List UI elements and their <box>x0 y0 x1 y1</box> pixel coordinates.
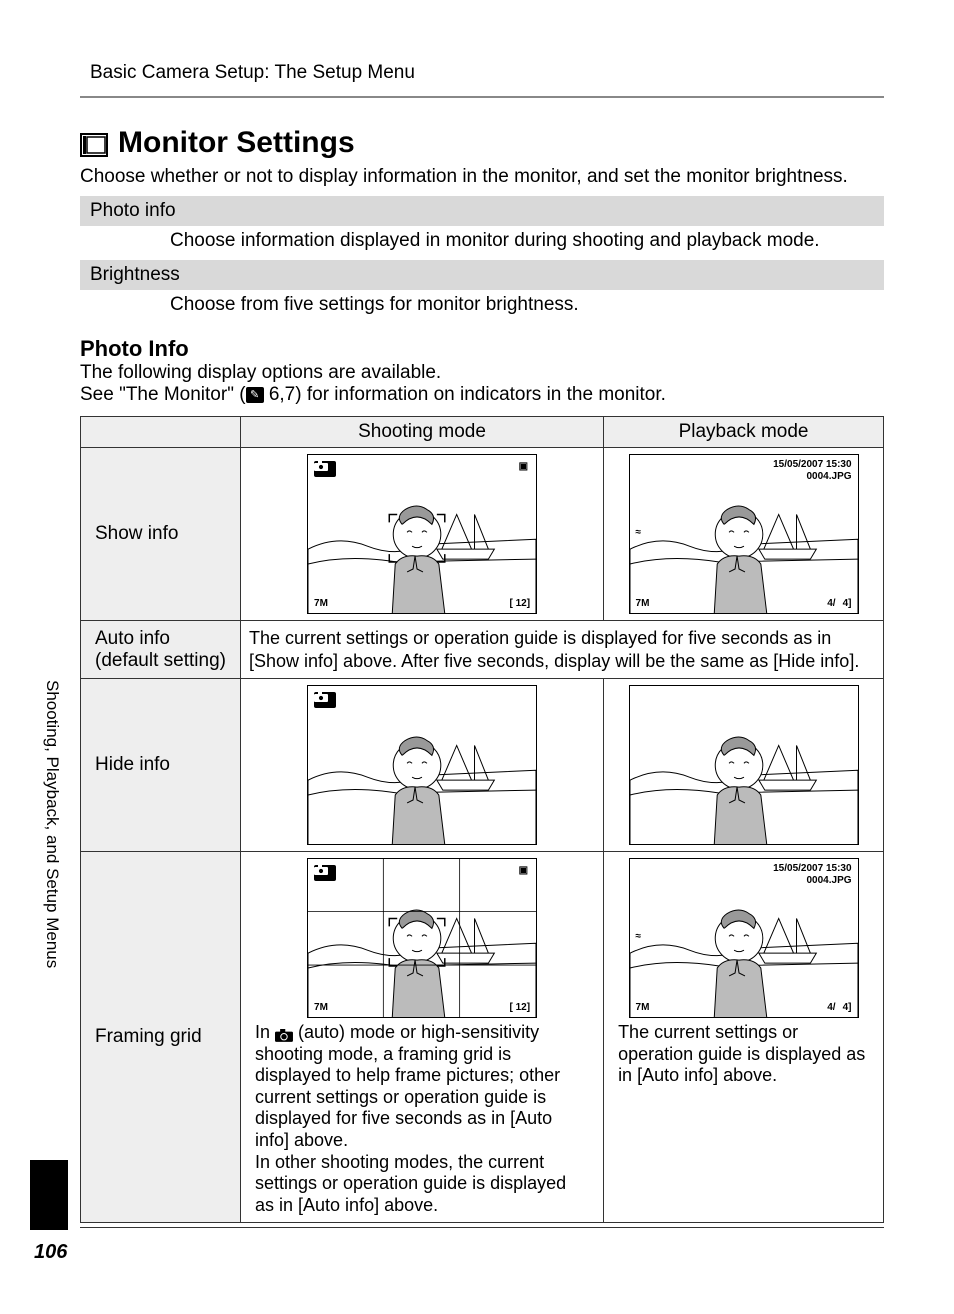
framing-grid-shoot-caption: In (auto) mode or high-sensitivity shoot… <box>249 1022 595 1216</box>
summary-label-photo-info: Photo info <box>80 196 884 226</box>
osd-filename: 0004.JPG <box>806 471 851 482</box>
row-label-hide-info: Hide info <box>81 679 241 852</box>
summary-label-brightness: Brightness <box>80 260 884 290</box>
osd-size: 7M <box>314 598 328 609</box>
photo-info-desc: The following display options are availa… <box>80 362 884 406</box>
osd-date-grid: 15/05/2007 15:30 <box>773 863 851 874</box>
page-ref-icon: ✎ <box>246 387 264 403</box>
framing-grid-play-caption: The current settings or operation guide … <box>612 1022 875 1087</box>
osd-size-pb: 7M <box>636 598 650 609</box>
osd-idx-a: 4/ <box>827 598 835 609</box>
osd-size-grid: 7M <box>314 1002 328 1013</box>
osd-size-grid-pb: 7M <box>636 1002 650 1013</box>
summary-desc-brightness: Choose from five settings for monitor br… <box>80 290 884 324</box>
show-info-shooting-img: ▣ 7M [ 12] <box>241 448 604 621</box>
table-corner <box>81 417 241 448</box>
footer-rule <box>80 1227 884 1228</box>
summary-desc-photo-info: Choose information displayed in monitor … <box>80 226 884 260</box>
col-header-playback: Playback mode <box>604 417 884 448</box>
section-title: Monitor Settings <box>118 126 355 160</box>
settings-summary-table: Photo info Choose information displayed … <box>80 196 884 324</box>
photo-info-heading: Photo Info <box>80 336 884 362</box>
header-title: Basic Camera Setup: The Setup Menu <box>90 62 415 83</box>
osd-date: 15/05/2007 15:30 <box>773 459 851 470</box>
osd-vr-icon: ▣ <box>519 865 528 876</box>
row-label-auto-info: Auto info (default setting) <box>81 621 241 679</box>
section-intro: Choose whether or not to display informa… <box>80 166 884 188</box>
camera-mode-icon <box>314 461 336 477</box>
monitor-settings-icon <box>80 131 108 155</box>
osd-voice-icon: ≈ <box>636 527 642 538</box>
camera-icon-inline <box>275 1026 293 1040</box>
osd-voice-icon-grid: ≈ <box>636 931 642 942</box>
show-info-playback-img: 15/05/2007 15:30 0004.JPG ≈ 7M 4/ 4] <box>604 448 884 621</box>
sidebar-tab-marker <box>30 1160 68 1230</box>
section-title-row: Monitor Settings <box>80 126 884 160</box>
camera-mode-icon <box>314 692 336 708</box>
page-header: Basic Camera Setup: The Setup Menu <box>80 50 884 98</box>
framing-grid-shooting-cell: ▣ 7M [ 12] In (auto) mode or high-sensit… <box>241 852 604 1223</box>
page-number: 106 <box>34 1241 67 1264</box>
camera-mode-icon <box>314 865 336 881</box>
row-label-show-info: Show info <box>81 448 241 621</box>
auto-info-desc: The current settings or operation guide … <box>241 621 884 679</box>
osd-idx-b-grid: 4] <box>843 1002 852 1013</box>
hide-info-shooting-img <box>241 679 604 852</box>
osd-counter-grid: [ 12] <box>509 1002 530 1013</box>
hide-info-playback-img <box>604 679 884 852</box>
osd-counter: [ 12] <box>509 598 530 609</box>
framing-grid-playback-cell: 15/05/2007 15:30 0004.JPG ≈ 7M 4/ 4] The… <box>604 852 884 1223</box>
osd-vr-icon: ▣ <box>519 461 528 472</box>
osd-idx-a-grid: 4/ <box>827 1002 835 1013</box>
osd-filename-grid: 0004.JPG <box>806 875 851 886</box>
sidebar-section-label: Shooting, Playback, and Setup Menus <box>42 680 62 968</box>
row-label-framing-grid: Framing grid <box>81 852 241 1223</box>
col-header-shooting: Shooting mode <box>241 417 604 448</box>
osd-idx-b: 4] <box>843 598 852 609</box>
photo-info-options-table: Shooting mode Playback mode Show info ▣ … <box>80 416 884 1223</box>
